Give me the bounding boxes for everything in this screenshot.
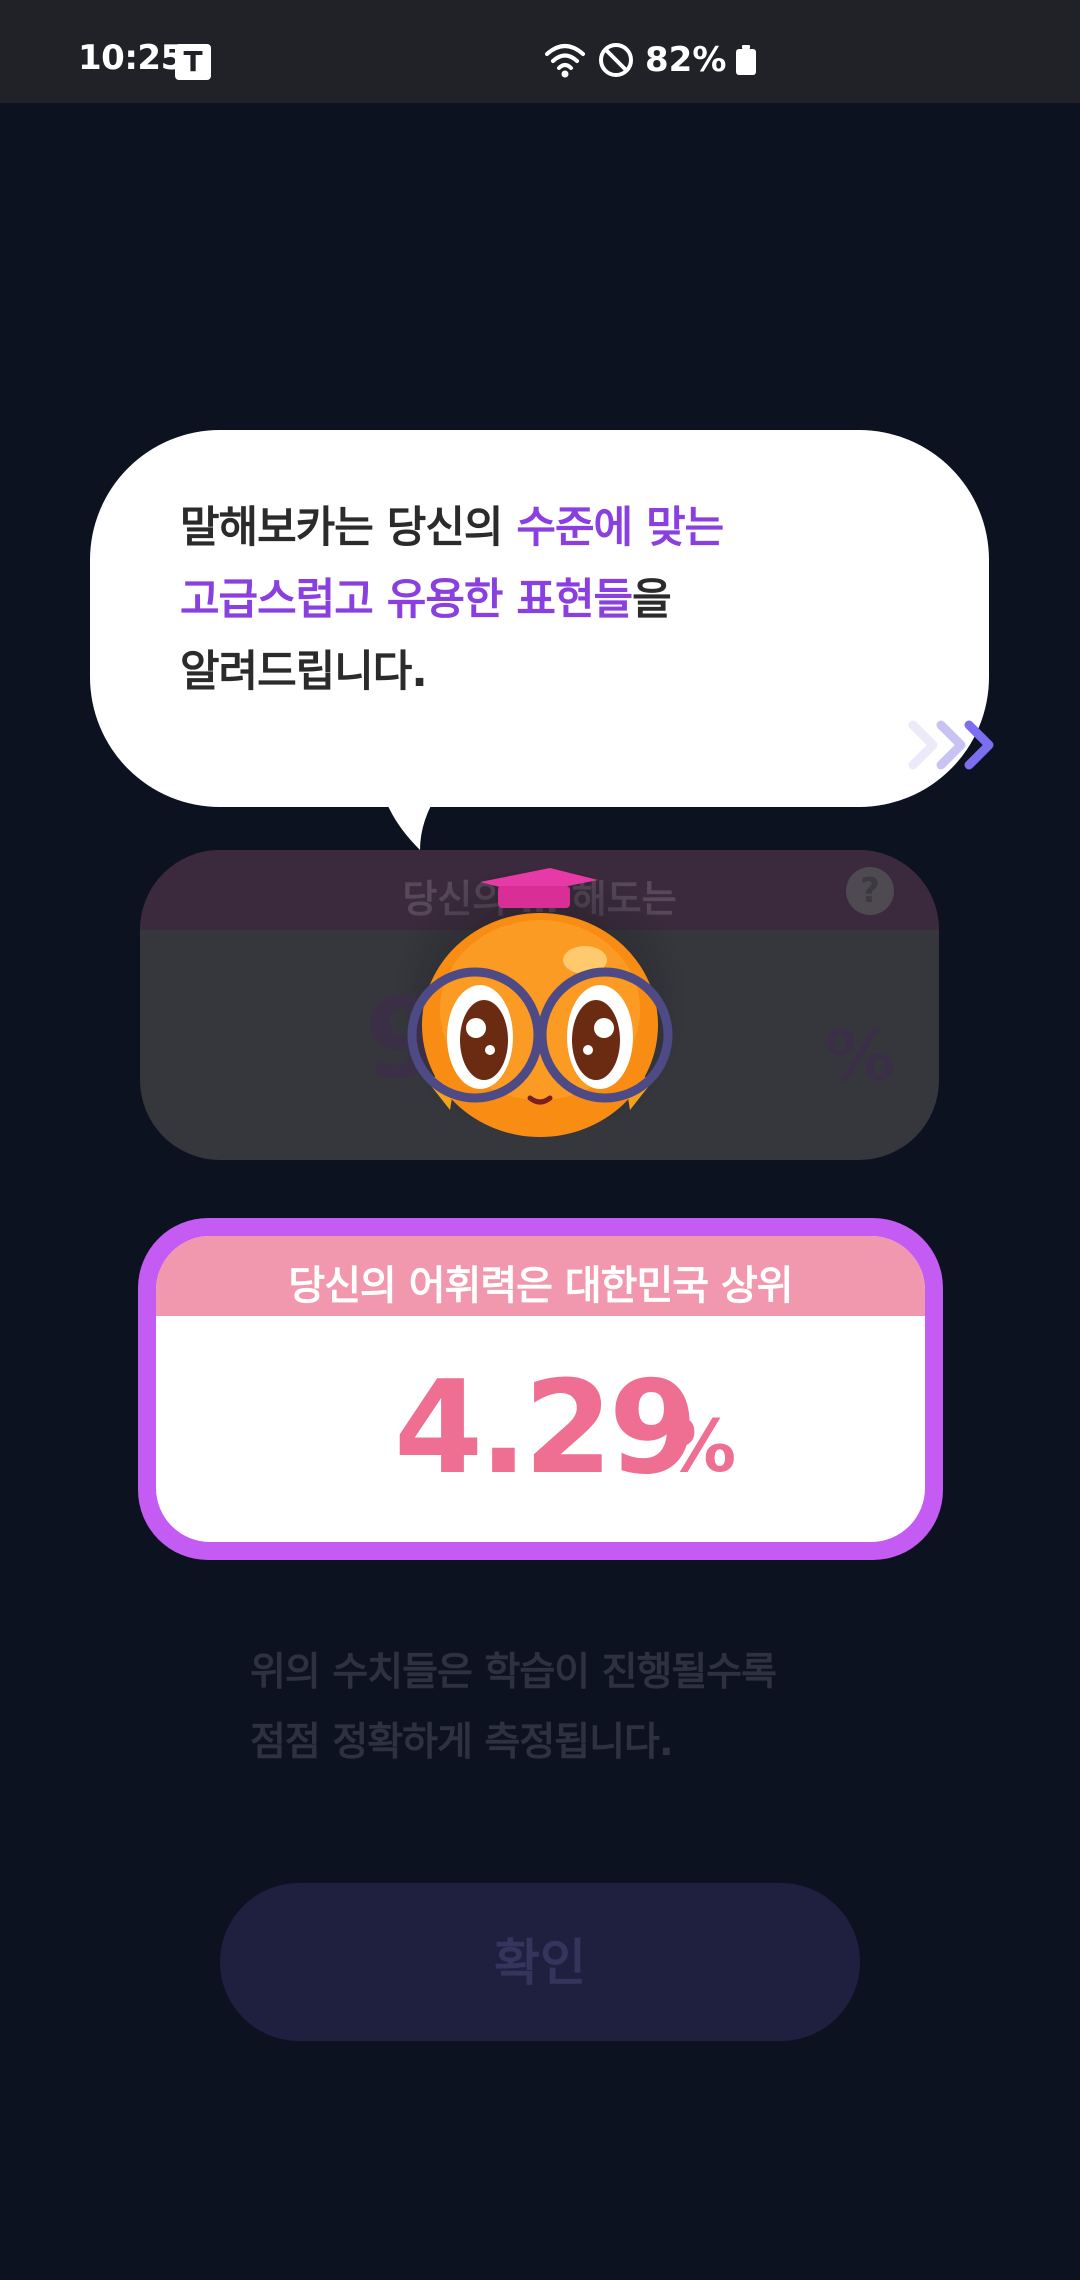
vocabulary-rank-percent-sign: %	[664, 1404, 737, 1488]
bubble-line2-highlight: 고급스럽고 유용한 표현들	[180, 575, 633, 625]
measurement-footnote: 위의 수치들은 학습이 진행될수록 점점 정확하게 측정됩니다.	[250, 1638, 890, 1778]
wifi-icon	[545, 44, 585, 78]
speech-bubble-text: 말해보카는 당신의 수준에 맞는 고급스럽고 유용한 표현들을 알려드립니다.	[180, 492, 900, 708]
bubble-line1-highlight: 수준에 맞는	[516, 503, 724, 553]
speech-bubble[interactable]: 말해보카는 당신의 수준에 맞는 고급스럽고 유용한 표현들을 알려드립니다.	[90, 430, 994, 807]
vocabulary-rank-title: 당신의 어휘력은 대한민국 상위	[288, 1263, 793, 1309]
status-bar: 10:25 T 82%	[0, 0, 1080, 103]
screen: 10:25 T 82% 말해보카는 당신의 수준에 맞는 고급스럽고 유용한 표…	[0, 0, 1080, 2280]
battery-percent: 82%	[645, 40, 727, 80]
status-right-group: 82%	[543, 36, 757, 84]
mascot-character-icon	[407, 868, 673, 1137]
carrier-app-icon: T	[175, 44, 211, 80]
do-not-disturb-icon	[599, 43, 633, 77]
bubble-line2-normal: 을	[632, 575, 672, 625]
status-time: 10:25	[78, 38, 184, 78]
confirm-button[interactable]: 확인	[220, 1883, 860, 2041]
vocabulary-rank-card-inner: 당신의 어휘력은 대한민국 상위 4.29 %	[156, 1236, 925, 1542]
bubble-line3-normal: 알려드립니다.	[180, 647, 428, 697]
vocabulary-rank-card: 당신의 어휘력은 대한민국 상위 4.29 %	[138, 1218, 943, 1560]
speech-bubble-tail	[380, 790, 440, 850]
footnote-line2: 점점 정확하게 측정됩니다.	[250, 1720, 674, 1765]
footnote-line1: 위의 수치들은 학습이 진행될수록	[250, 1650, 777, 1695]
vocabulary-rank-value: 4.29	[394, 1354, 698, 1503]
double-chevron-right-icon[interactable]	[905, 715, 1000, 775]
bubble-line1-normal: 말해보카는 당신의	[180, 503, 517, 553]
help-icon[interactable]: ?	[846, 867, 894, 915]
understanding-percent-sign: %	[825, 1015, 896, 1097]
battery-icon	[736, 45, 757, 75]
